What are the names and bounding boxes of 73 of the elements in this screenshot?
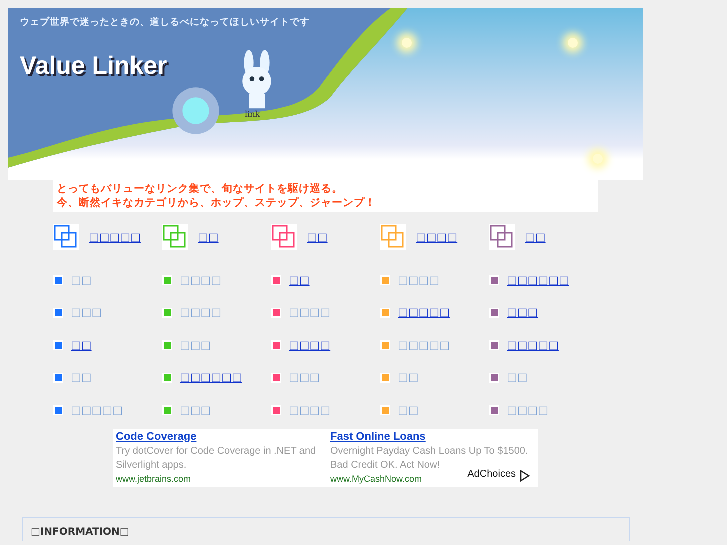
adchoices-link[interactable]: AdChoices <box>468 468 516 480</box>
ad-title-link[interactable]: Code Coverage <box>116 428 320 444</box>
information-title: □INFORMATION□ <box>31 526 130 538</box>
site-link[interactable]: □□□ <box>180 338 212 352</box>
rabbit-drawing: link <box>233 48 281 143</box>
bullet-icon <box>162 372 172 383</box>
sparkle-icon <box>402 38 412 48</box>
site-link[interactable]: □□ <box>71 371 92 384</box>
ad-url: www.jetbrains.com <box>116 472 192 484</box>
bullet-icon <box>380 405 390 416</box>
bullet-icon <box>162 275 172 286</box>
category-link[interactable]: □□ <box>525 230 546 244</box>
bullet-icon <box>53 340 63 350</box>
site-link[interactable]: □□ <box>289 274 310 287</box>
site-logo: Value Linker <box>20 52 168 81</box>
bullet-icon <box>162 340 172 350</box>
site-link[interactable]: □□□ <box>180 404 212 417</box>
site-link[interactable]: □□□□ <box>507 404 549 417</box>
ad-text: Overnight Payday Cash Loans Up To $1500. Bad Credit OK. Act Now! <box>330 444 530 470</box>
site-link[interactable]: □□□□ <box>289 404 331 417</box>
site-link[interactable]: □□ <box>398 371 419 384</box>
bullet-icon <box>489 340 499 350</box>
bullet-icon <box>489 275 499 286</box>
bullet-icon <box>271 308 281 318</box>
site-link[interactable]: □□ <box>398 404 419 417</box>
site-link[interactable]: □□□□□ <box>71 404 123 417</box>
site-link[interactable]: □□□□ <box>180 306 222 320</box>
ad-url: www.MyCashNow.com <box>330 472 422 484</box>
site-link[interactable]: □□□ <box>507 306 538 320</box>
bullet-icon <box>489 372 499 383</box>
site-link[interactable]: □□□□□□ <box>507 274 570 287</box>
site-link[interactable]: □□□□ <box>289 306 331 320</box>
site-link[interactable]: □□□ <box>71 306 102 320</box>
site-link[interactable]: □□□ <box>289 371 320 384</box>
site-link[interactable]: □□ <box>71 274 92 287</box>
site-link[interactable]: □□□□□ <box>507 338 559 352</box>
site-link[interactable]: □□□□□ <box>398 338 450 352</box>
category-link[interactable]: □□ <box>198 230 219 244</box>
bullet-icon <box>380 372 390 383</box>
bullet-icon <box>271 340 281 350</box>
category-link[interactable]: □□□□ <box>416 230 458 244</box>
site-link[interactable]: □□□□ <box>289 338 331 352</box>
site-link[interactable]: □□□□□ <box>398 306 450 320</box>
bullet-icon <box>162 308 172 318</box>
ad-text: Try dotCover for Code Coverage in .NET and Silverlight apps. <box>116 444 318 472</box>
category-link[interactable]: □□ <box>307 230 328 244</box>
bullet-icon <box>53 405 63 416</box>
bullet-icon <box>53 308 63 318</box>
bullet-icon <box>380 275 390 286</box>
intro-text: 今、断然イキなカテゴリから、ホップ、ステップ、ジャーンプ！ <box>57 196 377 210</box>
site-link[interactable]: □□ <box>71 338 92 352</box>
ad-title-link[interactable]: Fast Online Loans <box>330 428 535 444</box>
bullet-icon <box>162 405 172 416</box>
site-link[interactable]: □□□□□□ <box>180 371 242 384</box>
bullet-icon <box>271 372 281 383</box>
bullet-icon <box>53 372 63 383</box>
sparkle-icon <box>593 154 603 164</box>
site-link[interactable]: □□□□ <box>180 274 222 287</box>
bullet-icon <box>380 340 390 350</box>
play-icon <box>520 470 530 482</box>
bullet-icon <box>489 308 499 318</box>
bullet-icon <box>489 405 499 416</box>
site-link[interactable]: □□□□ <box>398 274 440 287</box>
sparkle-icon <box>568 38 578 48</box>
bullet-icon <box>380 308 390 318</box>
intro-text: とってもバリューなリンク集で、旬なサイトを駆け巡る。 <box>57 182 344 196</box>
site-link[interactable]: □□ <box>507 371 528 384</box>
bullet-icon <box>53 275 63 286</box>
bullet-icon <box>271 275 281 286</box>
banner-tagline: ウェブ世界で迷ったときの、道しるべになってほしいサイトです <box>20 16 310 29</box>
flower-drawing <box>171 86 221 136</box>
category-link[interactable]: □□□□□ <box>89 230 141 244</box>
bullet-icon <box>271 405 281 416</box>
